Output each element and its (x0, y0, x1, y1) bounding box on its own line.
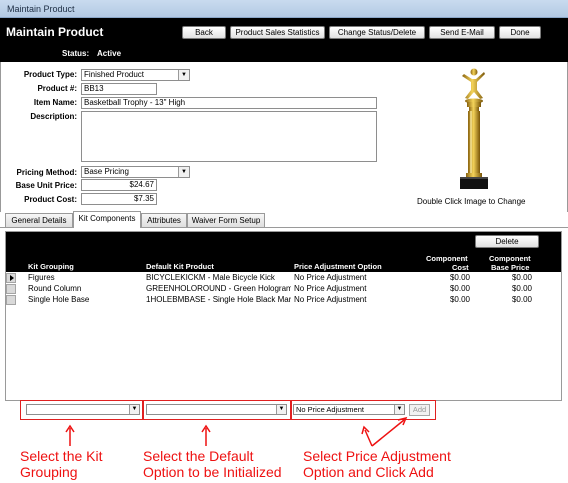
tab-kit-components[interactable]: Kit Components (73, 211, 141, 228)
note-kit-grouping-line1: Select the Kit (20, 448, 103, 464)
arrow-add-button (371, 419, 405, 447)
note-default-option: Select the Default Option to be Initiali… (143, 448, 282, 480)
note-kit-grouping-line2: Grouping (20, 464, 78, 480)
annotation-arrows (65, 416, 408, 447)
note-price-adjustment: Select Price Adjustment Option and Click… (303, 448, 451, 480)
note-kit-grouping: Select the Kit Grouping (20, 448, 103, 480)
note-price-adjustment-line2: Option and Click Add (303, 464, 434, 480)
note-price-adjustment-line1: Select Price Adjustment (303, 448, 451, 464)
note-default-option-line1: Select the Default (143, 448, 254, 464)
note-default-option-line2: Option to be Initialized (143, 464, 282, 480)
